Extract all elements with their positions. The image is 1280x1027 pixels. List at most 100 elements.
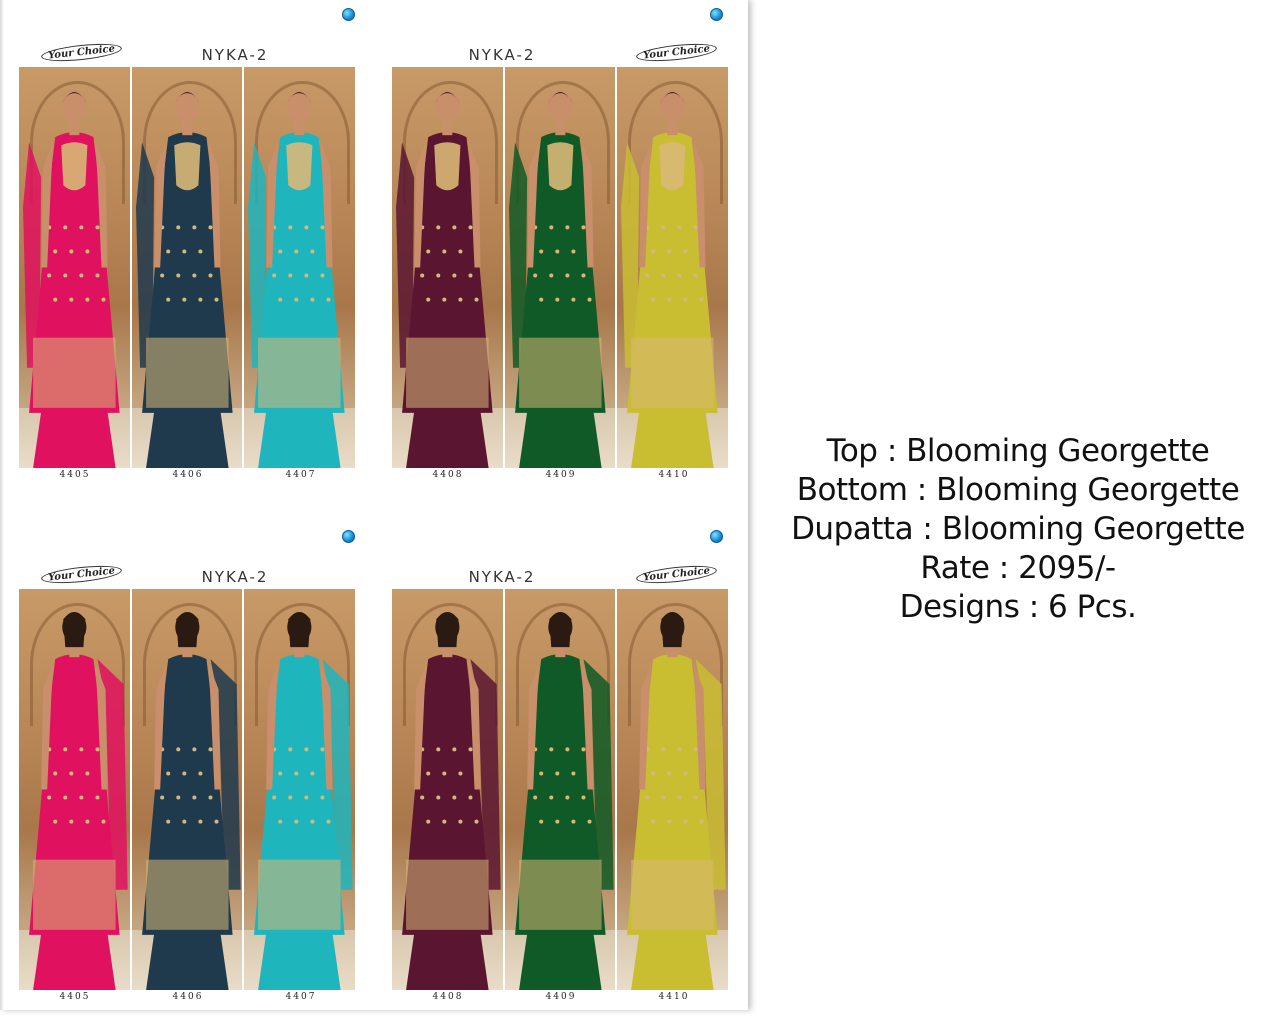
embroidery-motif [468,225,473,230]
embroidery-motif [69,819,74,824]
embroidery-motif [85,819,90,824]
embroidery-motif [699,819,704,824]
catalog-sheet: Your Choice NYKA-2 4405 4406 4407 NYKA-2… [0,0,748,1010]
embroidery-motif [683,249,688,254]
embroidery-motif [53,771,58,776]
embroidery-motif [198,819,203,824]
embroidery-motif [581,273,586,278]
embroidery-motif [452,747,457,752]
top-fabric: Top : Blooming Georgette [826,433,1210,469]
embroidery-motif [95,273,100,278]
embroidery-motif [554,819,560,824]
model-figure [396,90,493,468]
head [62,90,87,121]
model-figure [508,90,606,468]
embroidery-motif [79,795,84,800]
embroidered-hem [33,859,116,930]
embroidery-motif [693,273,698,278]
embroidery-motif [581,225,586,230]
embroidery-motif [95,747,100,752]
embroidery-motif [458,297,463,302]
embroidery-motif [214,819,219,824]
model-figure [621,90,718,468]
embroidery-motif [175,795,180,800]
embroidery-motif [294,771,299,776]
product-photo [617,589,729,990]
embroidery-motif [79,747,84,752]
design-number: 4405 [59,992,91,1002]
brand-dot-icon [342,530,355,543]
design-number: 4405 [59,470,91,480]
embroidery-motif [667,819,672,824]
embroidery-motif [581,795,586,800]
embroidery-motif [587,297,592,302]
embroidery-motif [63,795,68,800]
embroidered-hem [518,337,602,408]
embroidery-motif [693,795,698,800]
photo-strip [392,67,729,468]
embroidered-hem [258,859,341,930]
model-figure [135,90,233,468]
embroidery-motif [175,747,180,752]
embroidery-motif [53,249,58,254]
embroidered-hem [631,859,714,930]
product-photo [392,589,503,990]
embroidery-motif [47,795,52,800]
embroidered-yoke [434,142,461,191]
embroidered-yoke [546,142,574,191]
brand-logo: Your Choice [635,40,718,65]
embroidery-motif [548,273,553,278]
embroidered-hem [518,859,602,930]
embroidery-motif [95,225,100,230]
embroidery-motif [79,225,84,230]
embroidery-motif [442,771,447,776]
embroidery-motif [320,747,325,752]
design-number: 4406 [172,992,204,1002]
embroidery-motif [651,297,656,302]
hair [288,613,311,648]
embroidered-yoke [659,142,686,191]
embroidery-motif [571,819,576,824]
product-photo [504,67,616,468]
embroidery-motif [165,249,170,254]
embroidery-motif [272,273,277,278]
embroidery-motif [53,297,58,302]
series-title: NYKA-2 [201,46,269,64]
embroidery-motif [581,747,586,752]
embroidery-motif [693,747,698,752]
embroidered-yoke [286,142,313,191]
embroidery-motif [538,771,543,776]
embroidery-motif [548,225,553,230]
embroidery-motif [63,225,68,230]
embroidery-motif [548,747,553,752]
product-photo [244,67,356,468]
product-photo [131,589,243,990]
embroidery-motif [458,771,463,776]
embroidery-motif [699,297,704,302]
embroidery-motif [79,273,84,278]
embroidery-motif [69,249,74,254]
embroidered-yoke [173,142,201,191]
embroidery-motif [458,249,463,254]
model-figure [23,90,120,468]
embroidery-motif [426,297,431,302]
brand-logo: Your Choice [635,562,718,587]
embroidery-motif [661,273,666,278]
embroidery-motif [192,225,197,230]
embroidery-motif [474,819,479,824]
embroidery-motif [436,795,441,800]
embroidery-motif [468,795,473,800]
embroidery-motif [288,795,293,800]
embroidery-motif [159,795,164,800]
embroidery-motif [667,249,672,254]
embroidery-motif [677,795,682,800]
model-figure [248,90,345,468]
embroidery-motif [165,771,170,776]
embroidery-motif [426,249,431,254]
embroidery-motif [85,249,90,254]
embroidery-motif [304,225,309,230]
embroidery-motif [278,249,283,254]
embroidery-motif [436,273,441,278]
embroidery-motif [304,747,309,752]
embroidery-motif [294,297,299,302]
